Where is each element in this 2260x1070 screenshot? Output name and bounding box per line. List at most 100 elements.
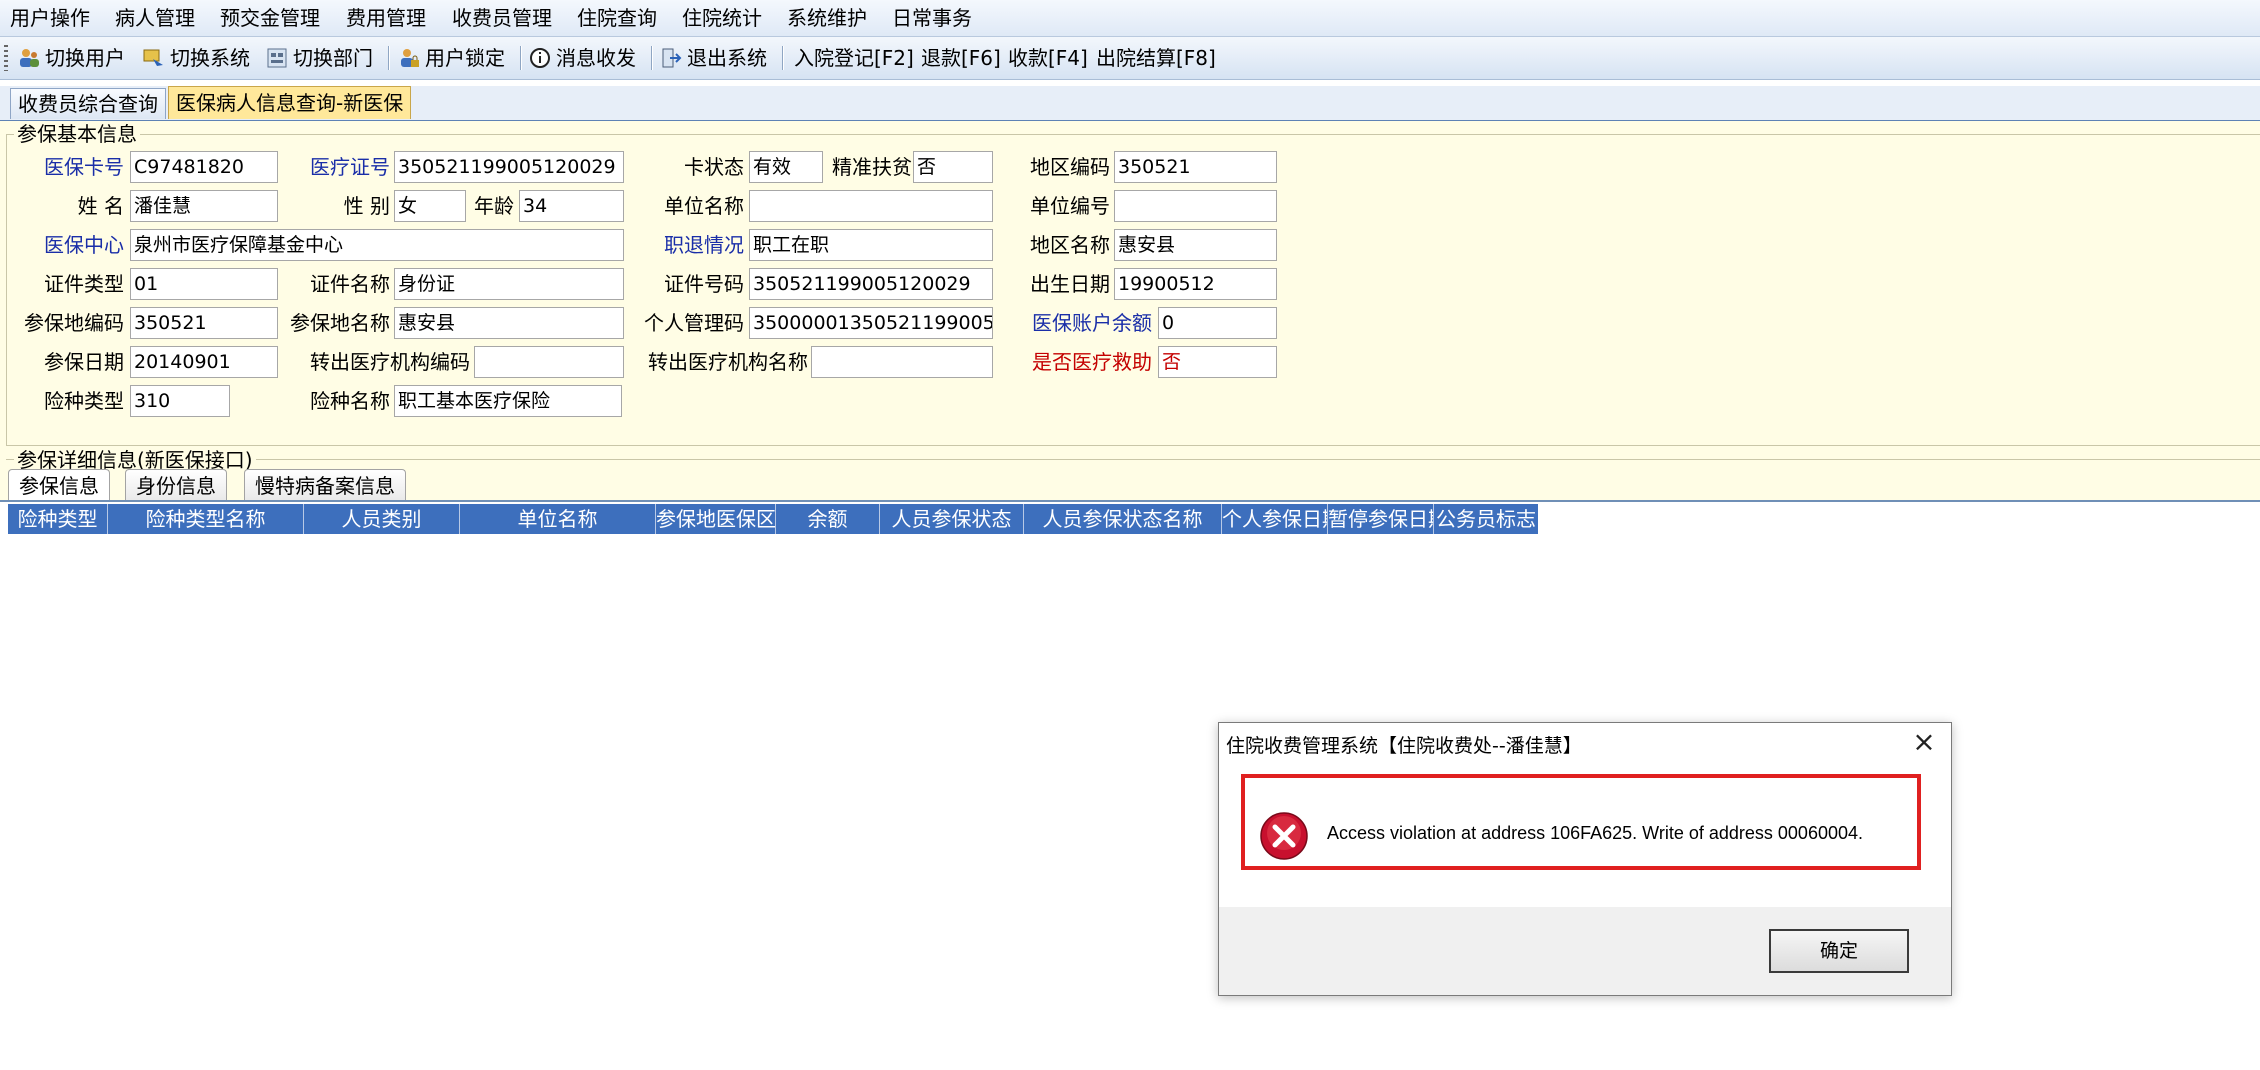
unit-no-field[interactable] [1114, 190, 1277, 222]
detail-tab-strip: 参保信息 身份信息 慢特病备案信息 [0, 465, 2260, 502]
menu-bar: 用户操作 病人管理 预交金管理 费用管理 收费员管理 住院查询 住院统计 系统维… [0, 0, 2260, 37]
label-ins-area-code: 参保地编码 [24, 311, 124, 335]
tab-cashier-query[interactable]: 收费员综合查询 [10, 88, 166, 119]
label-id-type: 证件类型 [44, 272, 124, 296]
lock-user-button[interactable]: 用户锁定 [398, 44, 505, 72]
column-header[interactable]: 险种类型名称 [108, 504, 304, 534]
gender-field[interactable]: 女 [394, 190, 466, 222]
center-field[interactable]: 泉州市医疗保障基金中心 [130, 229, 624, 261]
label-ins-area-name: 参保地名称 [290, 311, 390, 335]
switch-user-button[interactable]: 切换用户 [18, 44, 125, 72]
switch-system-icon [143, 49, 163, 66]
discharge-button[interactable]: 出院结算[F8] [1096, 44, 1216, 72]
precise-aid-field[interactable]: 否 [913, 151, 993, 183]
switch-user-label: 切换用户 [45, 46, 125, 70]
ok-button[interactable]: 确定 [1769, 929, 1909, 973]
label-name: 姓 名 [77, 194, 124, 218]
exit-icon [662, 48, 682, 68]
menu-cashier[interactable]: 收费员管理 [448, 4, 556, 32]
tab-identity-info[interactable]: 身份信息 [125, 469, 227, 502]
region-code-field[interactable]: 350521 [1114, 151, 1277, 183]
label-region-name: 地区名称 [1030, 233, 1110, 257]
message-button[interactable]: 消息收发 [529, 44, 636, 72]
risk-type-field[interactable]: 310 [130, 385, 230, 417]
column-header[interactable]: 单位名称 [460, 504, 656, 534]
label-account-balance: 医保账户余额 [1032, 311, 1152, 335]
menu-deposit[interactable]: 预交金管理 [216, 4, 324, 32]
department-icon [267, 48, 287, 68]
highlight-box [1241, 774, 1921, 870]
menu-maintenance[interactable]: 系统维护 [783, 4, 871, 32]
basic-info-title: 参保基本信息 [14, 123, 140, 145]
toolbar: 切换用户 切换系统 切换部门 用户锁定 消息收发 退出系统 入院登记[F2] 退… [0, 37, 2260, 80]
label-id-type-name: 证件名称 [310, 272, 390, 296]
job-status-field[interactable]: 职工在职 [749, 229, 993, 261]
toolbar-grip[interactable] [4, 45, 8, 71]
birth-field[interactable]: 19900512 [1114, 268, 1277, 300]
toolbar-separator [520, 46, 522, 70]
refund-button[interactable]: 退款[F6] [921, 44, 1001, 72]
out-org-name-field[interactable] [811, 346, 993, 378]
card-no-field[interactable]: C97481820 [130, 151, 278, 183]
menu-user-ops[interactable]: 用户操作 [6, 4, 94, 32]
menu-inpatient-query[interactable]: 住院查询 [573, 4, 661, 32]
error-message: Access violation at address 106FA625. Wr… [1327, 823, 1863, 843]
name-field[interactable]: 潘佳慧 [130, 190, 278, 222]
exit-system-label: 退出系统 [687, 46, 767, 70]
column-header[interactable]: 参保地医保区 [656, 504, 776, 534]
message-label: 消息收发 [556, 46, 636, 70]
label-unit-name: 单位名称 [664, 194, 744, 218]
column-header[interactable]: 人员参保状态 [880, 504, 1024, 534]
account-balance-field[interactable]: 0 [1158, 307, 1277, 339]
grid-header: 险种类型 险种类型名称 人员类别 单位名称 参保地医保区 余额 人员参保状态 人… [8, 504, 1538, 534]
column-header[interactable]: 人员类别 [304, 504, 460, 534]
ins-date-field[interactable]: 20140901 [130, 346, 278, 378]
menu-patient[interactable]: 病人管理 [111, 4, 199, 32]
age-field[interactable]: 34 [519, 190, 624, 222]
label-job-status: 职退情况 [664, 233, 744, 257]
dialog-title-bar[interactable]: 住院收费管理系统【住院收费处--潘佳慧】 × [1219, 723, 1951, 765]
out-org-code-field[interactable] [474, 346, 624, 378]
label-out-org-name: 转出医疗机构名称 [648, 350, 808, 374]
medical-aid-field[interactable]: 否 [1158, 346, 1277, 378]
label-gender: 性 别 [343, 194, 390, 218]
region-name-field[interactable]: 惠安县 [1114, 229, 1277, 261]
column-header[interactable]: 人员参保状态名称 [1024, 504, 1222, 534]
ins-area-name-field[interactable]: 惠安县 [394, 307, 624, 339]
personal-code-field[interactable]: 35000001350521199005120029 [749, 307, 993, 339]
column-header[interactable]: 个人参保日期 [1222, 504, 1328, 534]
id-type-name-field[interactable]: 身份证 [394, 268, 624, 300]
detail-divider [6, 459, 2260, 460]
admit-button[interactable]: 入院登记[F2] [794, 44, 914, 72]
switch-system-label: 切换系统 [170, 46, 250, 70]
label-ins-date: 参保日期 [44, 350, 124, 374]
switch-dept-button[interactable]: 切换部门 [266, 44, 373, 72]
tab-insurance-info[interactable]: 参保信息 [8, 469, 110, 502]
risk-name-field[interactable]: 职工基本医疗保险 [394, 385, 622, 417]
card-status-field[interactable]: 有效 [749, 151, 823, 183]
column-header[interactable]: 公务员标志 [1434, 504, 1538, 534]
id-type-field[interactable]: 01 [130, 268, 278, 300]
menu-inpatient-stats[interactable]: 住院统计 [678, 4, 766, 32]
tab-chronic-disease[interactable]: 慢特病备案信息 [244, 469, 406, 502]
column-header[interactable]: 暂停参保日期 [1328, 504, 1434, 534]
label-birth: 出生日期 [1030, 272, 1110, 296]
close-icon[interactable]: × [1909, 727, 1939, 757]
label-center: 医保中心 [44, 233, 124, 257]
exit-system-button[interactable]: 退出系统 [660, 44, 767, 72]
info-icon [530, 48, 550, 68]
unit-name-field[interactable] [749, 190, 993, 222]
insurance-info-panel: 参保基本信息 医保卡号 C97481820 医疗证号 3505211990051… [0, 121, 2260, 449]
label-risk-name: 险种名称 [310, 389, 390, 413]
tab-insurance-patient-query[interactable]: 医保病人信息查询-新医保 [168, 86, 412, 119]
ins-area-code-field[interactable]: 350521 [130, 307, 278, 339]
cert-no-field[interactable]: 350521199005120029 [394, 151, 624, 183]
id-no-field[interactable]: 350521199005120029 [749, 268, 993, 300]
column-header[interactable]: 险种类型 [8, 504, 108, 534]
label-risk-type: 险种类型 [44, 389, 124, 413]
column-header[interactable]: 余额 [776, 504, 880, 534]
collect-button[interactable]: 收款[F4] [1008, 44, 1088, 72]
switch-system-button[interactable]: 切换系统 [143, 44, 250, 72]
menu-daily[interactable]: 日常事务 [888, 4, 976, 32]
menu-fee[interactable]: 费用管理 [342, 4, 430, 32]
